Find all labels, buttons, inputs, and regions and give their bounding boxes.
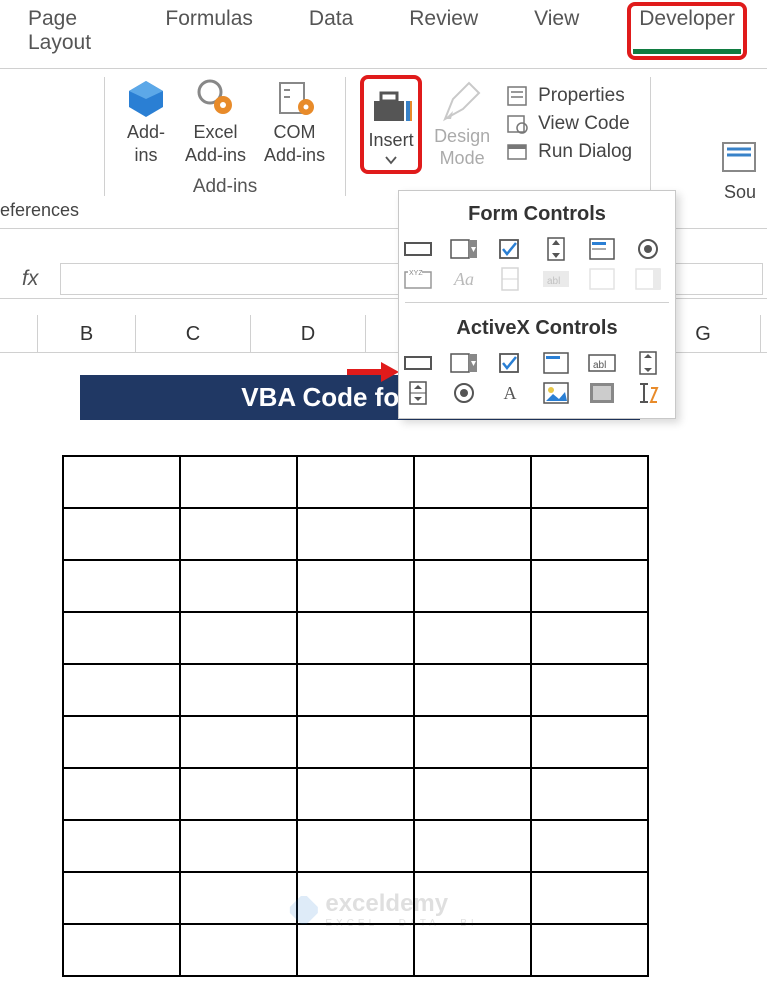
watermark-name: exceldemy (325, 890, 477, 918)
form-label-icon: Aa (447, 266, 481, 292)
view-code-icon (506, 113, 528, 135)
source-icon (719, 137, 761, 179)
tab-view[interactable]: View (534, 7, 579, 55)
form-option-icon[interactable] (631, 236, 665, 262)
com-addins-label: COM Add-ins (264, 121, 325, 166)
svg-text:XYZ: XYZ (409, 270, 423, 277)
form-checkbox-icon[interactable] (493, 236, 527, 262)
excel-addins-label: Excel Add-ins (185, 121, 246, 166)
form-button-icon[interactable] (401, 236, 435, 262)
toolbox-icon (368, 83, 414, 127)
form-controls-heading: Form Controls (399, 199, 675, 236)
design-mode-button[interactable]: Design Mode (428, 77, 496, 172)
design-mode-icon (439, 79, 485, 123)
addins-label: Add- ins (127, 121, 165, 166)
activex-listbox-icon[interactable] (539, 350, 573, 376)
references-button[interactable]: eferences (0, 200, 95, 221)
group-addins: Add- ins Excel Add-ins COM Add-ins Add-i… (109, 75, 341, 198)
activex-spinner-icon[interactable] (401, 380, 435, 406)
gear-addins-icon (195, 77, 237, 119)
insert-controls-dropdown: Form Controls XYZ Aa abl ActiveX Control… (398, 190, 676, 419)
red-arrow-annotation (345, 358, 401, 386)
addins-icon (125, 77, 167, 119)
svg-text:abl: abl (593, 360, 606, 371)
group-label-addins: Add-ins (193, 176, 257, 198)
form-listbox-icon[interactable] (585, 236, 619, 262)
fx-label[interactable]: fx (0, 267, 60, 291)
source-button[interactable]: Sou (713, 135, 767, 206)
run-dialog-icon (506, 141, 528, 163)
col-header-d[interactable]: D (251, 315, 366, 352)
excel-addins-button[interactable]: Excel Add-ins (179, 75, 252, 168)
run-dialog-button[interactable]: Run Dialog (502, 139, 636, 165)
tab-data[interactable]: Data (309, 7, 353, 55)
activex-textbox-icon[interactable]: abl (585, 350, 619, 376)
form-dropdown-disabled-icon (631, 266, 665, 292)
col-header-b[interactable]: B (38, 315, 136, 352)
addins-button[interactable]: Add- ins (119, 75, 173, 168)
run-dialog-label: Run Dialog (538, 141, 632, 163)
activex-toggle-icon[interactable] (585, 380, 619, 406)
watermark-tagline: EXCEL · DATA · BI (325, 918, 477, 929)
activex-image-icon[interactable] (539, 380, 573, 406)
col-header-c[interactable]: C (136, 315, 251, 352)
form-spinner-icon[interactable] (539, 236, 573, 262)
group-separator (345, 77, 346, 196)
group-separator (104, 77, 105, 196)
properties-button[interactable]: Properties (502, 83, 636, 109)
properties-icon (506, 85, 528, 107)
activex-option-icon[interactable] (447, 380, 481, 406)
select-all-corner[interactable] (0, 315, 38, 352)
com-addins-button[interactable]: COM Add-ins (258, 75, 331, 168)
com-addins-icon (274, 77, 316, 119)
watermark: exceldemy EXCEL · DATA · BI (289, 890, 477, 929)
activex-label-icon[interactable]: A (493, 380, 527, 406)
tab-review[interactable]: Review (409, 7, 478, 55)
form-scrollbar-icon (493, 266, 527, 292)
group-separator (650, 77, 651, 196)
view-code-label: View Code (538, 113, 630, 135)
form-textfield-icon: abl (539, 266, 573, 292)
tab-formulas[interactable]: Formulas (165, 7, 253, 55)
source-label: Sou (724, 181, 756, 204)
dropdown-separator (405, 302, 669, 303)
design-mode-label: Design Mode (434, 125, 490, 170)
insert-button[interactable]: Insert (360, 75, 422, 174)
watermark-logo-icon (289, 896, 317, 924)
form-combo-disabled-icon (585, 266, 619, 292)
chevron-down-icon (385, 154, 397, 166)
activex-controls-heading: ActiveX Controls (399, 313, 675, 350)
view-code-button[interactable]: View Code (502, 111, 636, 137)
activex-checkbox-icon[interactable] (493, 350, 527, 376)
activex-button-icon[interactable] (401, 350, 435, 376)
tab-developer[interactable]: Developer (627, 2, 747, 60)
properties-label: Properties (538, 85, 625, 107)
activex-scrollbar-icon[interactable] (631, 350, 665, 376)
insert-label: Insert (369, 129, 414, 152)
tab-page-layout[interactable]: Page Layout (28, 7, 109, 55)
svg-text:abl: abl (547, 276, 560, 287)
form-combobox-icon[interactable] (447, 236, 481, 262)
activex-combobox-icon[interactable] (447, 350, 481, 376)
form-groupbox-icon[interactable]: XYZ (401, 266, 435, 292)
activex-more-icon[interactable] (631, 380, 665, 406)
